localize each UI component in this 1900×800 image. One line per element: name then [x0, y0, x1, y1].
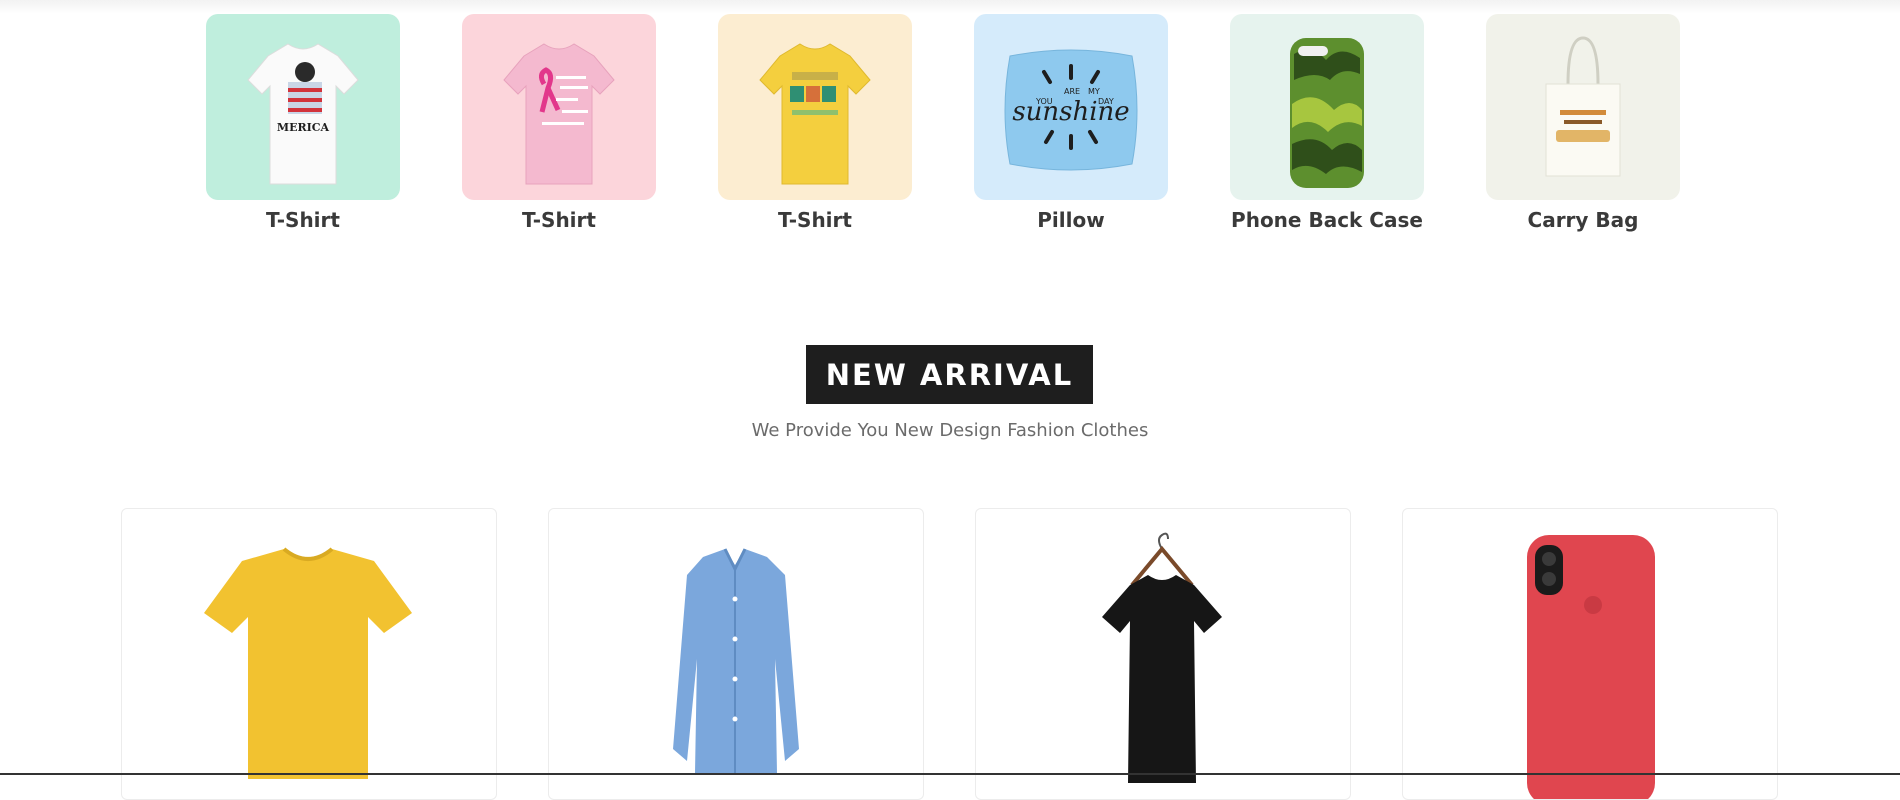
- section-title: NEW ARRIVAL: [806, 345, 1093, 404]
- camo-phone-case-image: [1290, 38, 1364, 188]
- tote-bag-image: [1545, 36, 1621, 177]
- category-label[interactable]: T-Shirt: [718, 208, 912, 232]
- black-tshirt-product-image: [1102, 532, 1222, 783]
- category-card-tshirt-2[interactable]: T-Shirt: [462, 14, 656, 232]
- category-tile[interactable]: YOU ARE MY sunshine DAY: [974, 14, 1168, 200]
- pink-tshirt-image: [503, 43, 615, 185]
- product-card[interactable]: [975, 508, 1351, 800]
- category-tile[interactable]: MERICA: [206, 14, 400, 200]
- category-card-carry-bag[interactable]: Carry Bag: [1486, 14, 1680, 232]
- category-tile[interactable]: [1486, 14, 1680, 200]
- category-label[interactable]: Carry Bag: [1486, 208, 1680, 232]
- product-card[interactable]: [121, 508, 497, 800]
- category-tile[interactable]: [1230, 14, 1424, 200]
- category-label[interactable]: Pillow: [974, 208, 1168, 232]
- category-tile[interactable]: [462, 14, 656, 200]
- product-card[interactable]: [1402, 508, 1778, 800]
- pillow-image: YOU ARE MY sunshine DAY: [1004, 49, 1138, 171]
- tshirt-print-text: MERICA: [277, 121, 330, 134]
- yellow-tshirt-product-image: [204, 547, 412, 779]
- category-card-pillow[interactable]: YOU ARE MY sunshine DAY Pillow: [974, 14, 1168, 232]
- product-card[interactable]: [548, 508, 924, 800]
- category-label[interactable]: T-Shirt: [462, 208, 656, 232]
- white-tshirt-image: MERICA: [247, 43, 359, 185]
- yellow-tshirt-image: [759, 43, 871, 185]
- category-label[interactable]: Phone Back Case: [1230, 208, 1424, 232]
- pillow-print-word: ARE: [1064, 87, 1080, 96]
- category-label[interactable]: T-Shirt: [206, 208, 400, 232]
- page-top-edge: [0, 0, 1900, 14]
- category-card-phone-case[interactable]: Phone Back Case: [1230, 14, 1424, 232]
- category-card-tshirt-3[interactable]: T-Shirt: [718, 14, 912, 232]
- category-card-tshirt-1[interactable]: MERICA T-Shirt: [206, 14, 400, 232]
- section-subtitle: We Provide You New Design Fashion Clothe…: [751, 420, 1149, 441]
- category-tile[interactable]: [718, 14, 912, 200]
- pillow-print-word: MY: [1088, 87, 1100, 96]
- blue-shirt-product-image: [673, 548, 799, 773]
- red-phone-case-product-image: [1527, 535, 1655, 799]
- pillow-print-word: DAY: [1098, 97, 1114, 106]
